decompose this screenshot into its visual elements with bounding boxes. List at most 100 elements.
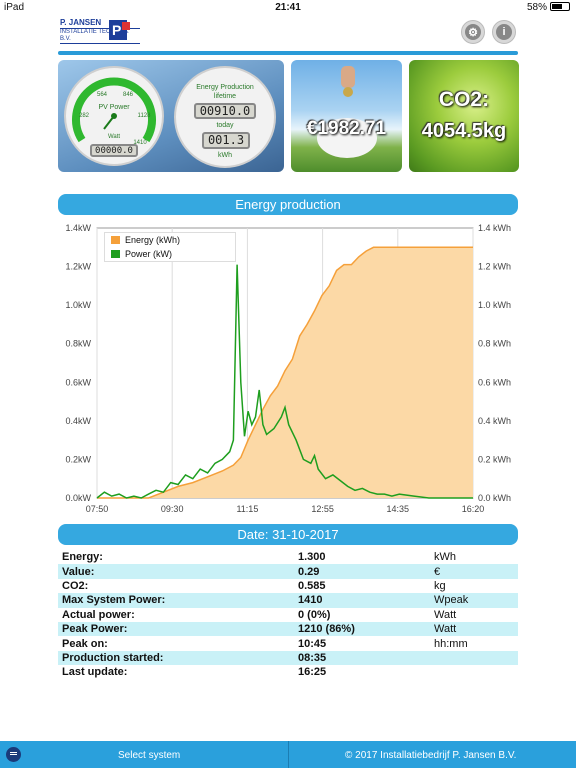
- money-tile[interactable]: €1982.71: [291, 60, 402, 172]
- meters-tile[interactable]: PV Power 282 564 846 1128 1410 Watt 0000…: [58, 60, 284, 172]
- prod-lifetime-label: lifetime: [213, 93, 237, 100]
- info-value: 0.29: [298, 565, 320, 578]
- info-value: 1410: [298, 594, 323, 607]
- y-left-tick-label: 0.8kW: [65, 339, 91, 349]
- x-tick-label: 16:20: [462, 504, 485, 514]
- info-row: CO2: 0.585 kg: [58, 579, 518, 593]
- company-logo: P. JANSEN INSTALLATIE TECHNIEK B.V. P: [60, 18, 140, 46]
- info-label: CO2:: [62, 579, 89, 592]
- select-system-button[interactable]: Select system: [118, 750, 180, 761]
- y-left-tick-label: 0.4kW: [65, 416, 91, 426]
- info-value: 08:35: [298, 651, 327, 664]
- info-label: Peak Power:: [62, 623, 128, 636]
- info-unit: [430, 651, 518, 665]
- status-bar: iPad 21:41 58%: [0, 0, 576, 16]
- pv-power-gauge: PV Power 282 564 846 1128 1410 Watt 0000…: [64, 66, 164, 166]
- info-label: Value:: [62, 565, 95, 578]
- info-unit: Wpeak: [434, 594, 469, 607]
- y-left-tick-label: 1.4kW: [65, 223, 91, 233]
- copyright-text: © 2017 Installatiebedrijf P. Jansen B.V.: [345, 750, 517, 761]
- y-right-tick-label: 0.8 kWh: [478, 339, 511, 349]
- energy-production-gauge: Energy Production lifetime 00910.0 today…: [174, 66, 276, 168]
- chart-banner: Energy production: [58, 194, 518, 215]
- prod-lifetime-display: 00910.0: [194, 103, 256, 119]
- legend-item-energy: Energy (kWh): [105, 233, 235, 247]
- y-left-tick-label: 0.2kW: [65, 454, 91, 464]
- info-unit: kg: [434, 579, 446, 592]
- info-label: Peak on:: [62, 637, 108, 650]
- date-banner: Date: 31-10-2017: [58, 524, 518, 545]
- info-value: 16:25: [298, 666, 327, 679]
- info-value: 1210 (86%): [298, 623, 355, 636]
- info-button[interactable]: i: [492, 20, 516, 44]
- co2-value: 4054.5kg: [421, 120, 507, 142]
- legend-label-power: Power (kW): [125, 249, 172, 259]
- legend-item-power: Power (kW): [105, 247, 235, 261]
- y-right-tick-label: 0.0 kWh: [478, 493, 511, 503]
- prod-today-label: today: [216, 122, 234, 129]
- info-row: Energy: 1.300 kWh: [58, 550, 518, 564]
- y-left-tick-label: 0.6kW: [65, 377, 91, 387]
- info-row: Peak Power: 1210 (86%) Watt: [58, 621, 518, 637]
- y-right-tick-label: 1.2 kWh: [478, 262, 511, 272]
- x-tick-label: 09:30: [161, 504, 184, 514]
- info-value: 0.585: [298, 579, 326, 592]
- y-right-tick-label: 0.2 kWh: [478, 454, 511, 464]
- pv-unit: Watt: [107, 134, 121, 140]
- y-right-tick-label: 1.0 kWh: [478, 300, 511, 310]
- settings-button[interactable]: ⚙: [461, 20, 485, 44]
- info-label: Max System Power:: [62, 594, 166, 607]
- energy-chart: 07:50 09:30 11:15 12:55 14:35 16:20 0.0kW 0.0 k…: [0, 218, 576, 518]
- chart-canvas: 07:50 09:30 11:15 12:55 14:35 16:20 0.0kW 0.0 k…: [65, 223, 511, 514]
- legend-swatch-energy: [111, 236, 120, 244]
- prod-title: Energy Production: [196, 84, 254, 91]
- info-value: 0 (0%): [298, 608, 331, 621]
- x-tick-label: 11:15: [236, 504, 258, 514]
- battery-icon: [550, 2, 570, 11]
- battery-percent: 58%: [526, 2, 547, 13]
- legend-swatch-power: [111, 250, 120, 258]
- pv-title: PV Power: [98, 104, 130, 111]
- pv-scale-3: 846: [122, 92, 133, 98]
- info-label: Actual power:: [62, 608, 135, 621]
- info-unit: €: [434, 565, 441, 578]
- info-unit: hh:mm: [434, 637, 468, 650]
- x-tick-label: 12:55: [311, 504, 334, 514]
- info-row: Last update: 16:25: [58, 665, 518, 679]
- chart-legend: Energy (kWh) Power (kW): [104, 232, 236, 262]
- x-tick-label: 07:50: [86, 504, 109, 514]
- y-right-tick-label: 1.4 kWh: [478, 223, 511, 233]
- money-value: €1982.71: [306, 118, 387, 139]
- y-right-tick-label: 0.4 kWh: [478, 416, 511, 426]
- y-left-tick-label: 0.0kW: [65, 493, 91, 503]
- bottom-bar: Select system © 2017 Installatiebedrijf …: [0, 741, 576, 768]
- legend-label-energy: Energy (kWh): [125, 235, 181, 245]
- info-row: Max System Power: 1410 Wpeak: [58, 593, 518, 608]
- co2-label: CO2:: [438, 88, 490, 111]
- info-value: 1.300: [298, 551, 326, 564]
- gear-icon: ⚙: [465, 24, 481, 40]
- prod-unit: kWh: [218, 152, 232, 159]
- info-row: Value: 0.29 €: [58, 564, 518, 579]
- info-row: Production started: 08:35: [58, 650, 518, 666]
- info-table: Energy: 1.300 kWh Value: 0.29 € CO2: 0.585 kg Max…: [58, 550, 518, 680]
- info-label: Energy:: [62, 551, 103, 564]
- clock: 21:41: [275, 2, 301, 13]
- y-left-tick-label: 1.2kW: [65, 262, 91, 272]
- logo-line1: P. JANSEN: [60, 18, 102, 27]
- header-divider: [58, 51, 518, 55]
- info-row: Actual power: 0 (0%) Watt: [58, 608, 518, 622]
- logo-mark-icon: P: [109, 20, 130, 40]
- info-label: Last update:: [62, 666, 128, 679]
- info-unit: kWh: [434, 551, 456, 564]
- info-row: Peak on: 10:45 hh:mm: [58, 636, 518, 650]
- y-left-tick-label: 1.0kW: [65, 300, 91, 310]
- pv-value-display: 00000.0: [90, 144, 138, 157]
- co2-tile[interactable]: CO2: 4054.5kg: [409, 60, 519, 172]
- piggy-bank-icon: [317, 66, 377, 158]
- menu-button[interactable]: [6, 747, 21, 762]
- info-label: Production started:: [62, 651, 164, 664]
- info-unit: Watt: [434, 623, 457, 636]
- info-unit: [430, 665, 518, 679]
- x-tick-label: 14:35: [387, 504, 410, 514]
